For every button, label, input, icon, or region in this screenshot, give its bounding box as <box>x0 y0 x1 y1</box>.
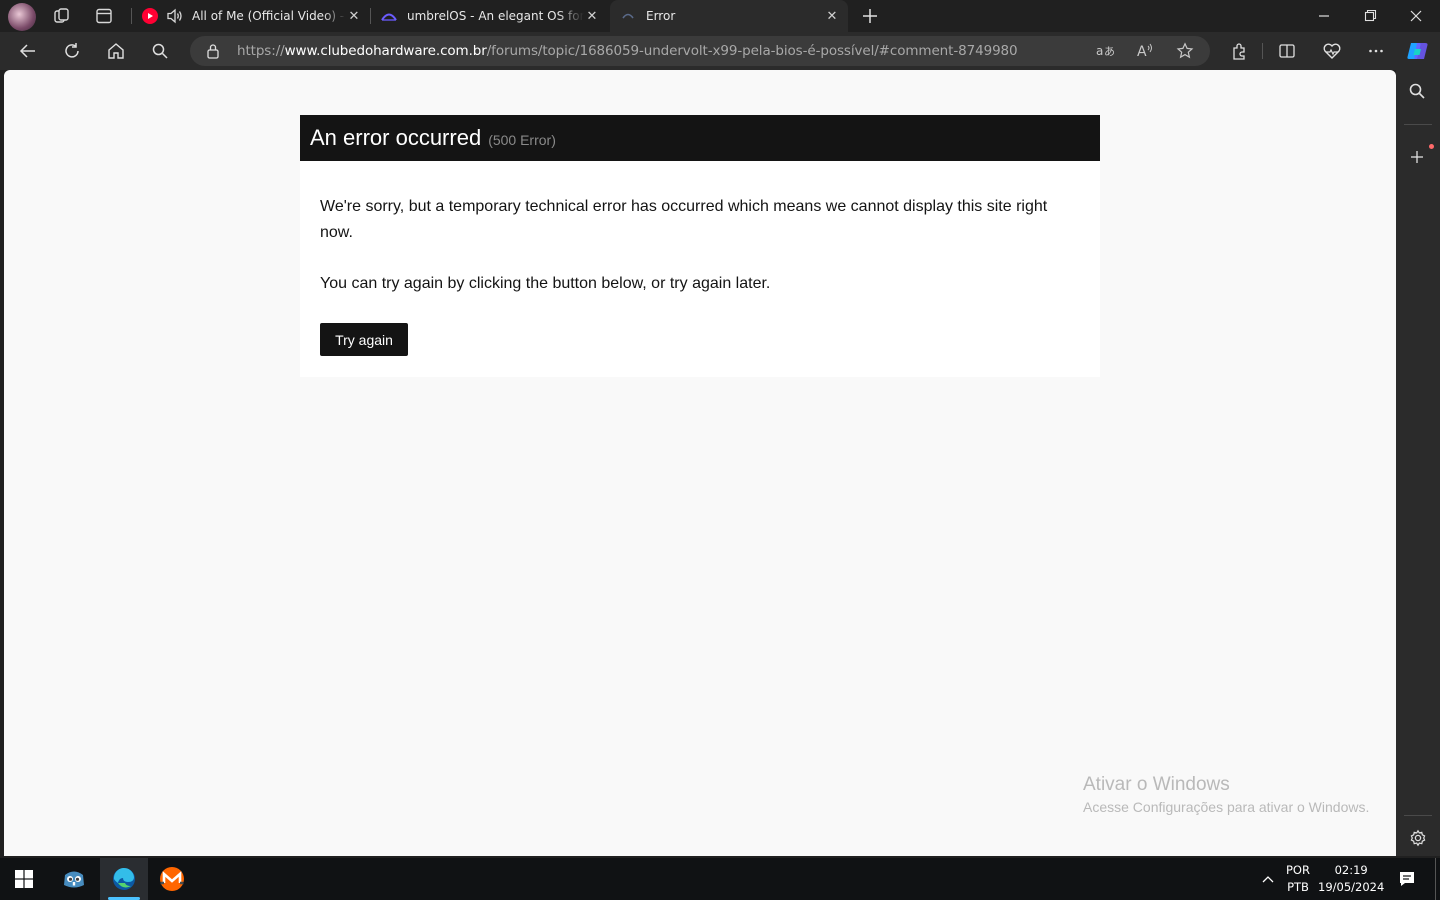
close-icon[interactable]: ✕ <box>584 8 600 24</box>
youtube-icon <box>142 8 158 24</box>
clock-time: 02:19 <box>1334 863 1368 877</box>
error-header: An error occurred (500 Error) <box>300 115 1100 161</box>
windows-activation-watermark: Ativar o Windows Acesse Configurações pa… <box>1083 774 1369 815</box>
error-panel: An error occurred (500 Error) We're sorr… <box>300 115 1100 377</box>
input-language[interactable]: POR PTB <box>1286 862 1310 896</box>
restore-icon[interactable] <box>1356 6 1384 26</box>
read-aloud-icon[interactable]: A <box>1136 42 1156 60</box>
error-message: We're sorry, but a temporary technical e… <box>320 198 1048 241</box>
more-options-icon[interactable] <box>1362 37 1390 65</box>
language-code: POR <box>1286 863 1310 877</box>
translate-icon[interactable]: aあ <box>1095 42 1115 60</box>
tab-separator <box>370 8 371 24</box>
loading-icon <box>620 8 636 24</box>
sidebar-divider <box>1404 815 1432 816</box>
watermark-subtitle: Acesse Configurações para ativar o Windo… <box>1083 799 1370 815</box>
clock-date: 19/05/2024 <box>1318 880 1385 894</box>
workspaces-icon[interactable] <box>52 6 72 26</box>
monero-icon[interactable] <box>148 858 196 900</box>
speaker-icon[interactable] <box>166 8 184 24</box>
edge-taskbar-icon[interactable] <box>100 858 148 900</box>
lock-icon[interactable] <box>206 43 220 59</box>
svg-text:あ: あ <box>1104 45 1115 58</box>
windows-taskbar: POR PTB 02:19 19/05/2024 <box>0 858 1440 900</box>
error-title: An error occurred <box>310 125 482 150</box>
keyboard-layout: PTB <box>1287 880 1309 894</box>
vertical-tabs-icon[interactable] <box>94 6 114 26</box>
tab-strip: All of Me (Official Video) - YouTube ✕ u… <box>0 0 1440 32</box>
tab-title: umbrelOS - An elegant OS for your home s… <box>407 9 584 23</box>
minimize-icon[interactable] <box>1310 6 1338 26</box>
sidebar-divider <box>1404 124 1432 125</box>
windows-start-icon[interactable] <box>0 858 48 900</box>
search-icon[interactable] <box>146 37 174 65</box>
back-icon[interactable] <box>14 37 42 65</box>
url-path: /forums/topic/1686059-undervolt-x99-pela… <box>486 43 1018 59</box>
umbrel-icon <box>380 8 398 24</box>
watermark-title: Ativar o Windows <box>1083 774 1230 795</box>
tab-umbrelos[interactable]: umbrelOS - An elegant OS for your home s… <box>372 0 606 32</box>
edge-sidebar <box>1396 70 1440 856</box>
favorite-star-icon[interactable] <box>1176 42 1194 60</box>
toolbar-separator <box>1262 43 1263 59</box>
tab-title: Error <box>646 9 676 23</box>
system-clock[interactable]: 02:19 19/05/2024 <box>1318 862 1384 896</box>
url-scheme: https:// <box>237 43 285 59</box>
browser-essentials-icon[interactable] <box>1318 37 1346 65</box>
godot-icon[interactable] <box>50 858 98 900</box>
close-window-icon[interactable] <box>1402 6 1430 26</box>
svg-text:a: a <box>1096 44 1103 58</box>
address-bar[interactable]: https://www.clubedohardware.com.br/forum… <box>190 36 1210 66</box>
show-desktop-button[interactable] <box>1435 858 1436 900</box>
error-code: (500 Error) <box>488 132 556 148</box>
tab-error[interactable]: Error ✕ <box>610 0 848 32</box>
new-tab-icon[interactable] <box>860 6 880 26</box>
url-host: www.clubedohardware.com.br <box>284 43 487 59</box>
home-icon[interactable] <box>102 37 130 65</box>
tab-separator <box>131 8 132 24</box>
try-again-button[interactable]: Try again <box>320 323 408 356</box>
split-screen-icon[interactable] <box>1273 37 1301 65</box>
browser-toolbar: https://www.clubedohardware.com.br/forum… <box>0 32 1440 70</box>
error-instructions: You can try again by clicking the button… <box>320 275 771 292</box>
extensions-icon[interactable] <box>1225 37 1253 65</box>
svg-text:A: A <box>1137 44 1147 60</box>
close-icon[interactable]: ✕ <box>346 8 362 24</box>
sidebar-search-icon[interactable] <box>1408 82 1426 100</box>
add-sidebar-item-icon[interactable] <box>1409 149 1425 165</box>
profile-avatar[interactable] <box>8 3 36 31</box>
close-icon[interactable]: ✕ <box>824 8 840 24</box>
chevron-up-icon[interactable] <box>1260 872 1276 886</box>
tab-youtube[interactable]: All of Me (Official Video) - YouTube ✕ <box>136 0 368 32</box>
notification-center-icon[interactable] <box>1398 870 1416 888</box>
url-text[interactable]: https://www.clubedohardware.com.br/forum… <box>237 43 1018 59</box>
tab-title: All of Me (Official Video) - YouTube <box>192 9 346 23</box>
refresh-icon[interactable] <box>58 37 86 65</box>
notification-dot <box>1429 144 1434 149</box>
copilot-icon[interactable] <box>1404 37 1432 65</box>
page-viewport: An error occurred (500 Error) We're sorr… <box>4 70 1396 856</box>
sidebar-settings-icon[interactable] <box>1409 829 1427 847</box>
